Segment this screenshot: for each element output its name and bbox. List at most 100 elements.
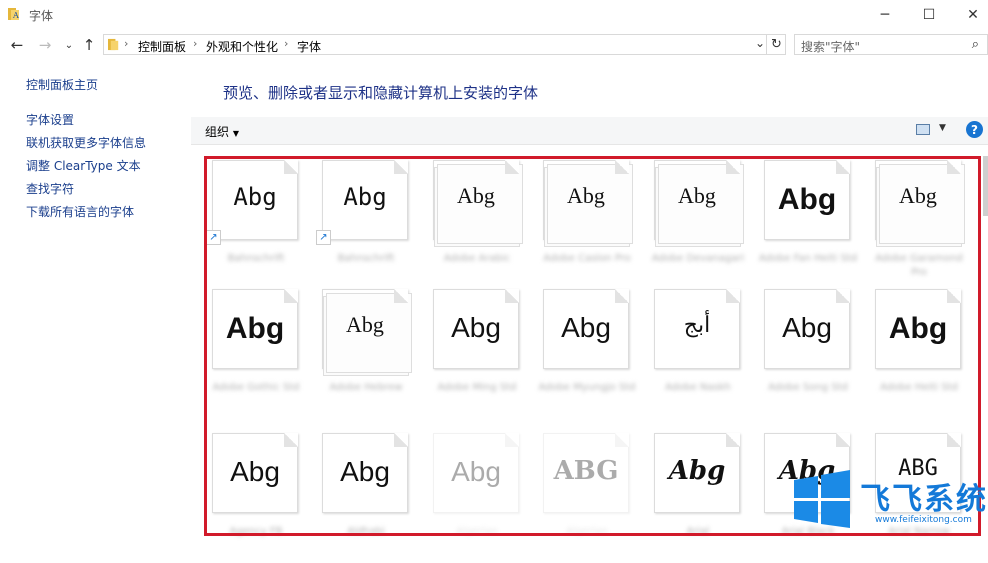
chevron-down-icon: ⌄: [64, 39, 74, 51]
font-file-icon: Abg: [322, 160, 408, 240]
font-item[interactable]: Abg Aldhabi: [316, 433, 416, 563]
font-item[interactable]: ABG Algerian: [537, 433, 637, 563]
address-bar[interactable]: › 控制面板 › 外观和个性化 › 字体 ⌄: [103, 34, 786, 55]
font-sample-text: Abg: [782, 312, 832, 343]
search-icon[interactable]: ⌕: [972, 37, 979, 52]
font-file-icon: Abg: [433, 289, 519, 369]
font-item[interactable]: Abg Adobe Ming Std: [427, 289, 527, 419]
maximize-icon: ☐: [922, 7, 936, 23]
watermark: 飞飞系统 www.feifeixitong.com: [790, 466, 988, 531]
breadcrumb-separator: ›: [124, 37, 129, 50]
font-name-label: Bahnschrift: [337, 253, 395, 264]
font-name-label: Aldhabi: [347, 526, 385, 537]
sidebar-download-all-fonts[interactable]: 下载所有语言的字体: [26, 203, 134, 220]
font-file-icon: Abg: [212, 160, 298, 240]
close-button[interactable]: ✕: [950, 0, 988, 30]
vertical-scrollbar[interactable]: [983, 156, 988, 216]
font-file-icon: Abg: [654, 433, 740, 513]
font-item[interactable]: Abg ↗ Bahnschrift: [316, 160, 416, 290]
shortcut-arrow-icon: ↗: [206, 230, 221, 245]
minimize-button[interactable]: ─: [862, 0, 908, 30]
font-item[interactable]: Abg Agency FB: [206, 433, 306, 563]
font-name-label: Adobe Gothic Std: [212, 382, 300, 393]
font-file-icon: Abg: [212, 289, 298, 369]
up-arrow-icon: ↑: [82, 36, 96, 54]
font-sample-text: Abg: [230, 456, 280, 487]
forward-arrow-icon: →: [38, 36, 52, 54]
control-panel-icon: [108, 38, 119, 51]
sidebar-get-more-fonts-online[interactable]: 联机获取更多字体信息: [26, 134, 146, 151]
font-name-label: Adobe Arabic: [443, 253, 511, 264]
breadcrumb-fonts[interactable]: 字体: [297, 38, 321, 55]
font-name-label: Adobe Hebrew: [329, 382, 403, 393]
refresh-button[interactable]: ↻: [766, 34, 786, 55]
font-sample-text: Abg: [777, 183, 837, 216]
forward-button[interactable]: →: [36, 36, 54, 54]
font-item[interactable]: Abg Adobe Caslon Pro: [537, 160, 637, 290]
recent-locations-button[interactable]: ⌄: [60, 36, 78, 54]
font-file-icon: ABG: [543, 433, 629, 513]
fonts-folder-icon: A: [8, 8, 19, 20]
font-file-icon: Abg: [433, 160, 523, 247]
watermark-url: www.feifeixitong.com: [875, 515, 972, 525]
font-name-label: Algerian: [456, 526, 498, 537]
view-options-icon[interactable]: [916, 124, 930, 135]
font-file-icon: Abg: [212, 433, 298, 513]
font-item[interactable]: Abg Adobe Heiti Std: [869, 289, 969, 419]
font-name-label: Adobe Devanagari: [651, 253, 745, 264]
font-sample-text: Abg: [678, 183, 716, 208]
maximize-button[interactable]: ☐: [906, 0, 952, 30]
font-item[interactable]: أبج Adobe Naskh: [648, 289, 748, 419]
back-button[interactable]: ←: [8, 36, 26, 54]
font-name-label: Algerian: [566, 526, 608, 537]
breadcrumb-control-panel[interactable]: 控制面板: [138, 38, 186, 55]
font-file-icon: Abg: [322, 289, 412, 376]
font-file-icon: Abg: [875, 160, 965, 247]
font-item[interactable]: Abg Arial: [648, 433, 748, 563]
refresh-icon: ↻: [771, 37, 782, 52]
address-dropdown-icon[interactable]: ⌄: [755, 36, 765, 50]
sidebar-control-panel-home[interactable]: 控制面板主页: [26, 76, 98, 93]
search-placeholder: 搜索"字体": [801, 40, 861, 54]
font-sample-text: Abg: [343, 183, 387, 211]
view-dropdown-icon[interactable]: ▼: [939, 123, 946, 133]
font-item[interactable]: Abg ↗ Bahnschrift: [206, 160, 306, 290]
font-file-icon: Abg: [875, 289, 961, 369]
font-item[interactable]: Abg Adobe Song Std: [758, 289, 858, 419]
font-sample-text: Abg: [225, 312, 285, 345]
shortcut-arrow-icon: ↗: [316, 230, 331, 245]
font-sample-text: Abg: [233, 183, 277, 211]
help-button[interactable]: ?: [966, 121, 983, 138]
font-name-label: Adobe Garamond Pro: [875, 253, 963, 278]
font-item[interactable]: Abg Adobe Garamond Pro: [869, 160, 969, 290]
windows-logo-icon: [794, 470, 850, 528]
svg-text:A: A: [12, 11, 19, 20]
font-item[interactable]: Abg Adobe Myungjo Std: [537, 289, 637, 419]
font-sample-text: أبج: [683, 312, 711, 337]
font-file-icon: أبج: [654, 289, 740, 369]
font-item[interactable]: Abg Adobe Gothic Std: [206, 289, 306, 419]
page-heading: 预览、删除或者显示和隐藏计算机上安装的字体: [223, 84, 539, 102]
font-sample-text: Abg: [668, 456, 726, 486]
font-item[interactable]: Abg Adobe Hebrew: [316, 289, 416, 419]
font-name-label: Adobe Ming Std: [437, 382, 517, 393]
font-sample-text: Abg: [457, 183, 495, 208]
command-bar: 组织 ▼ ▼ ?: [191, 117, 988, 145]
font-sample-text: Abg: [888, 312, 948, 345]
breadcrumb-appearance[interactable]: 外观和个性化: [206, 38, 278, 55]
sidebar-adjust-cleartype[interactable]: 调整 ClearType 文本: [26, 157, 141, 174]
font-item[interactable]: Abg Adobe Devanagari: [648, 160, 748, 290]
font-item[interactable]: Abg Algerian: [427, 433, 527, 563]
font-item[interactable]: Abg Adobe Arabic: [427, 160, 527, 290]
font-sample-text: Abg: [346, 312, 384, 337]
search-input[interactable]: 搜索"字体" ⌕: [794, 34, 988, 55]
sidebar-find-character[interactable]: 查找字符: [26, 180, 74, 197]
organize-menu[interactable]: 组织 ▼: [205, 123, 239, 140]
sidebar-font-settings[interactable]: 字体设置: [26, 111, 74, 128]
up-button[interactable]: ↑: [80, 36, 98, 54]
breadcrumb-separator: ›: [284, 37, 289, 50]
font-file-icon: Abg: [322, 433, 408, 513]
font-name-label: Adobe Fan Heiti Std: [758, 253, 858, 264]
font-item[interactable]: Abg Adobe Fan Heiti Std: [758, 160, 858, 290]
title-bar: A 字体 ─ ☐ ✕: [0, 0, 988, 30]
